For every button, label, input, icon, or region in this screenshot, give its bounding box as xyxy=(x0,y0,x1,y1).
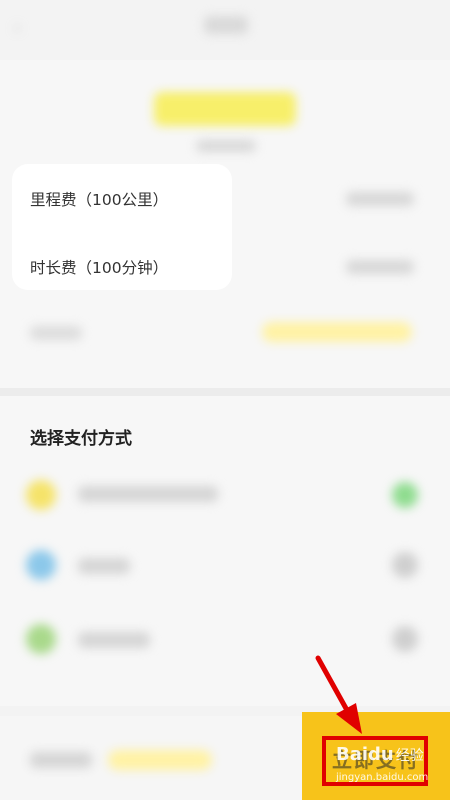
section-divider xyxy=(0,388,450,396)
page-title-blurred xyxy=(204,16,248,34)
back-arrow-icon[interactable]: ‹ xyxy=(14,18,30,37)
watermark-url: jingyan.baidu.com xyxy=(336,772,429,783)
payment-method-name-blurred xyxy=(78,486,218,502)
blue-pay-icon xyxy=(26,550,56,580)
price-subtitle-blurred xyxy=(196,140,256,152)
baidu-paw-logo-icon: Baidu xyxy=(336,744,394,765)
discount-label-blurred xyxy=(30,326,82,340)
mileage-fee-value-blurred xyxy=(346,192,414,206)
discount-value-blurred[interactable] xyxy=(262,322,412,342)
total-label-blurred xyxy=(30,752,92,768)
baidu-watermark: Baidu 经验 xyxy=(336,744,424,765)
total-price-blurred xyxy=(154,92,296,126)
payment-method-title: 选择支付方式 xyxy=(30,429,132,449)
total-amount-blurred xyxy=(108,750,212,770)
duration-fee-label: 时长费（100分钟） xyxy=(30,259,169,277)
unselected-radio-icon[interactable] xyxy=(392,626,418,652)
top-bar: ‹ xyxy=(0,0,450,52)
yellow-wallet-icon xyxy=(26,480,56,510)
green-pay-icon xyxy=(26,624,56,654)
duration-fee-value-blurred xyxy=(346,260,414,274)
unselected-radio-icon[interactable] xyxy=(392,552,418,578)
payment-method-name-blurred xyxy=(78,632,150,648)
payment-method-name-blurred xyxy=(78,558,130,574)
selected-check-icon[interactable] xyxy=(392,482,418,508)
watermark-suffix: 经验 xyxy=(395,748,424,764)
mileage-fee-label: 里程费（100公里） xyxy=(30,191,169,209)
